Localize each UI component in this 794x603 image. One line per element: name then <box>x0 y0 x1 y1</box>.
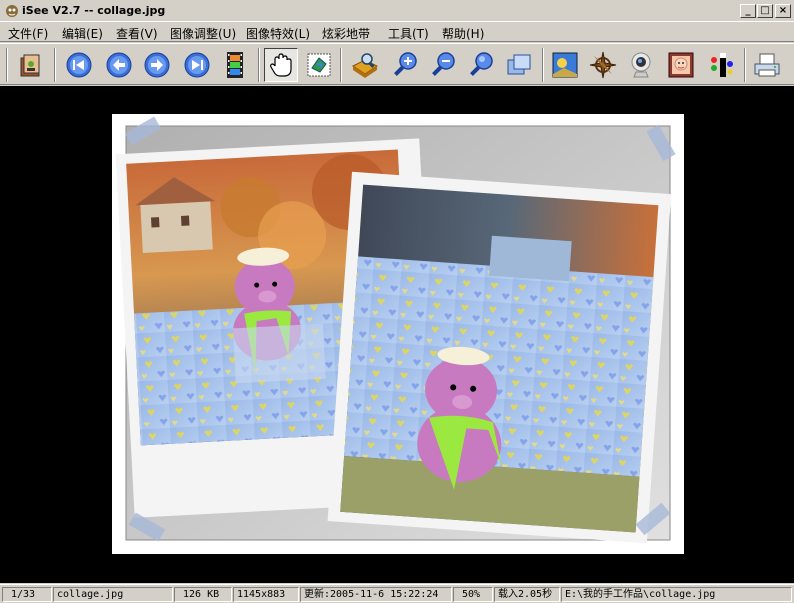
zoom-out-icon <box>432 52 455 76</box>
menu-image-effects[interactable]: 图像特效(L) <box>246 25 310 42</box>
wallpaper-icon <box>552 52 578 78</box>
last-image-icon <box>184 52 210 78</box>
status-path: E:\我的手工作品\collage.jpg <box>561 587 792 602</box>
status-load-time: 载入2.05秒 <box>494 587 560 602</box>
slideshow-button[interactable] <box>218 48 252 82</box>
fit-window-icon <box>307 53 331 77</box>
compass-icon <box>589 51 617 79</box>
special-effects-icon <box>711 53 733 77</box>
status-bar: 1/33 collage.jpg 126 KB 1145x883 更新:2005… <box>0 584 794 603</box>
menu-view[interactable]: 查看(V) <box>116 25 158 42</box>
zoom-out-button[interactable] <box>426 48 460 82</box>
status-image-index: 1/33 <box>2 587 52 602</box>
first-image-icon <box>66 52 92 78</box>
window-title: iSee V2.7 -- collage.jpg <box>22 4 166 17</box>
magnifier-folder-icon <box>352 53 378 78</box>
image-viewer[interactable] <box>0 86 794 583</box>
photo-frame-button[interactable] <box>664 48 698 82</box>
maximize-button[interactable]: □ <box>757 4 773 18</box>
title-bar: iSee V2.7 -- collage.jpg _ □ × <box>0 0 794 22</box>
wallpaper-button[interactable] <box>548 48 582 82</box>
print-icon <box>754 53 780 77</box>
menu-colorful-zone[interactable]: 炫彩地带 <box>322 25 370 42</box>
menu-bar: 文件(F) 编辑(E) 查看(V) 图像调整(U) 图像特效(L) 炫彩地带 工… <box>0 22 794 42</box>
status-dimensions: 1145x883 <box>233 587 299 602</box>
print-button[interactable] <box>750 48 784 82</box>
status-zoom: 50% <box>453 587 493 602</box>
minimize-button[interactable]: _ <box>740 4 756 18</box>
last-image-button[interactable] <box>180 48 214 82</box>
zoom-actual-button[interactable] <box>464 48 498 82</box>
fit-window-button[interactable] <box>302 48 336 82</box>
toolbar <box>0 43 794 85</box>
app-icon <box>4 3 20 19</box>
menu-image-adjust[interactable]: 图像调整(U) <box>170 25 236 42</box>
open-folder-icon <box>20 54 40 77</box>
magnifier-folder-button[interactable] <box>348 48 382 82</box>
menu-tools[interactable]: 工具(T) <box>388 25 429 42</box>
webcam-icon <box>631 52 651 78</box>
zoom-actual-icon <box>470 52 493 76</box>
toolbar-separator <box>258 48 260 82</box>
compass-button[interactable] <box>586 48 620 82</box>
toolbar-separator <box>340 48 342 82</box>
webcam-button[interactable] <box>624 48 658 82</box>
previous-image-button[interactable] <box>102 48 136 82</box>
menu-help[interactable]: 帮助(H) <box>442 25 484 42</box>
status-filename: collage.jpg <box>53 587 173 602</box>
full-screen-icon <box>507 54 531 75</box>
toolbar-separator <box>744 48 746 82</box>
hand-pan-button[interactable] <box>264 48 298 82</box>
toolbar-separator <box>542 48 544 82</box>
toolbar-separator <box>6 48 8 82</box>
previous-image-icon <box>106 52 132 78</box>
zoom-in-icon <box>394 52 417 76</box>
close-button[interactable]: × <box>775 4 791 18</box>
photo-frame-icon <box>668 52 694 78</box>
special-effects-button[interactable] <box>704 48 738 82</box>
hand-pan-icon <box>270 53 292 77</box>
toolbar-separator <box>54 48 56 82</box>
slideshow-film-icon <box>227 52 243 78</box>
zoom-in-button[interactable] <box>388 48 422 82</box>
next-image-icon <box>144 52 170 78</box>
collage-image[interactable] <box>0 86 794 583</box>
status-modified: 更新:2005-11-6 15:22:24 <box>300 587 452 602</box>
full-screen-button[interactable] <box>502 48 536 82</box>
menu-edit[interactable]: 编辑(E) <box>62 25 103 42</box>
menu-file[interactable]: 文件(F) <box>8 25 48 42</box>
open-folder-button[interactable] <box>14 48 48 82</box>
first-image-button[interactable] <box>62 48 96 82</box>
status-filesize: 126 KB <box>174 587 232 602</box>
next-image-button[interactable] <box>140 48 174 82</box>
